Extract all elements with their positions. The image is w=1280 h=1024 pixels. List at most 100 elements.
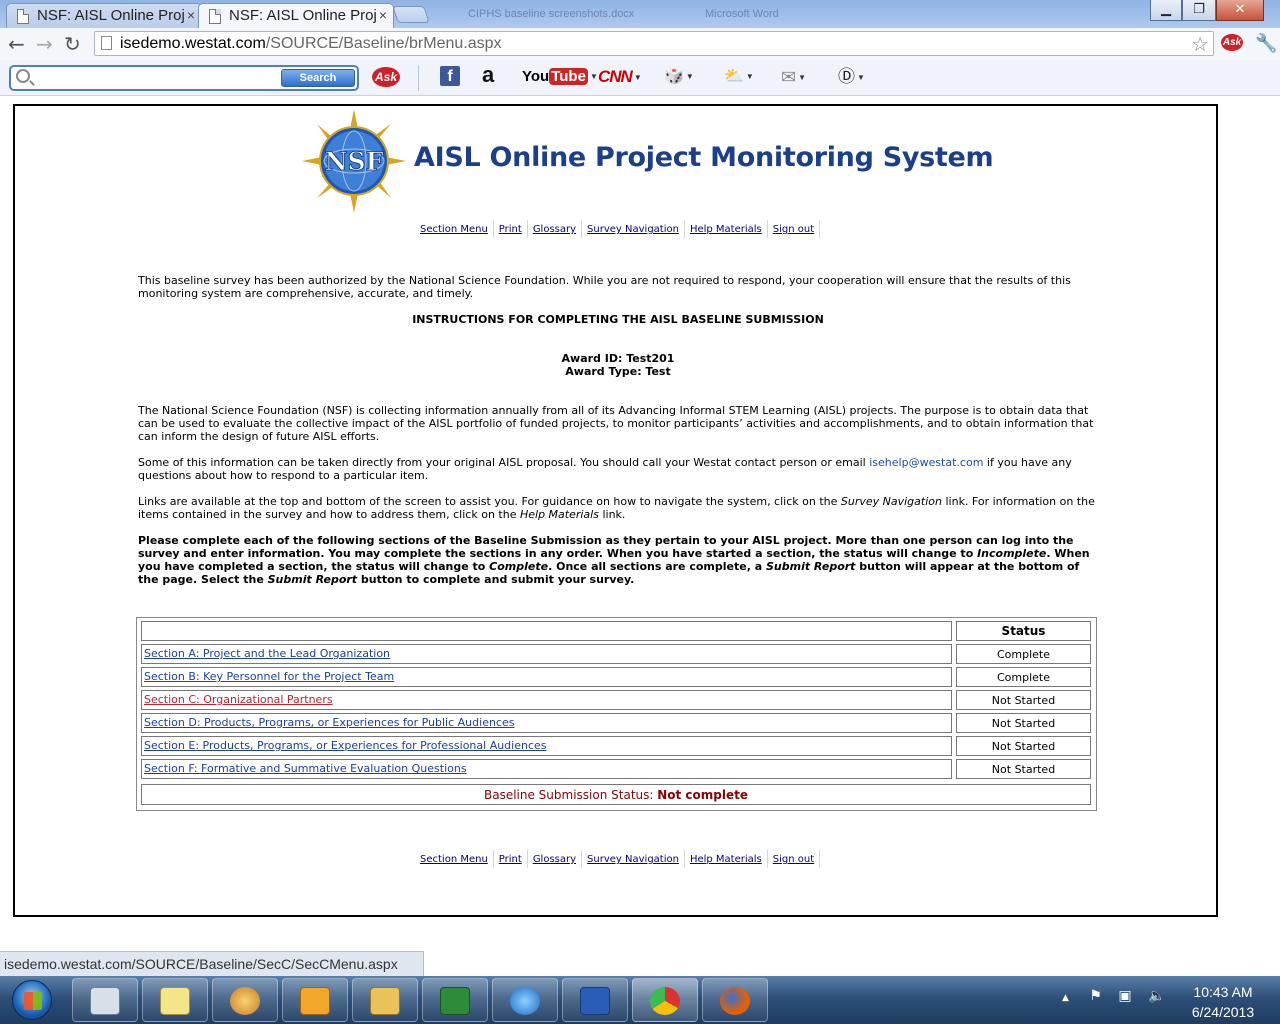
toolbar-search-input[interactable] [39, 69, 279, 87]
section-f-link[interactable]: Section F: Formative and Summative Evalu… [144, 762, 467, 775]
section-e-link[interactable]: Section E: Products, Programs, or Experi… [144, 739, 547, 752]
weather-icon[interactable]: ⛅ ▼ [724, 66, 754, 88]
close-icon[interactable]: × [187, 7, 195, 23]
reload-icon[interactable]: ↻ [64, 32, 81, 56]
clock-date: 6/24/2013 [1191, 1004, 1255, 1020]
forward-arrow-icon[interactable]: → [36, 32, 53, 56]
wrench-icon[interactable]: 🔧 [1255, 33, 1277, 54]
section-menu-link[interactable]: Section Menu [417, 224, 491, 235]
status-cell: Not Started [956, 736, 1091, 756]
ask-icon[interactable]: Ask [372, 67, 400, 87]
survey-navigation-link[interactable]: Survey Navigation [584, 224, 682, 235]
word-icon[interactable] [562, 978, 628, 1022]
submission-status: Baseline Submission Status: Not complete [141, 784, 1091, 805]
tab-2[interactable]: NSF: AISL Online Proj × [198, 3, 394, 28]
page-icon [209, 9, 221, 24]
sticky-notes-icon[interactable] [142, 978, 208, 1022]
games-icon[interactable]: 🎲 ▼ [664, 66, 694, 88]
status-cell: Not Started [956, 690, 1091, 710]
link-separator [581, 850, 583, 868]
paint-icon[interactable] [212, 978, 278, 1022]
network-icon[interactable]: ▣ [1118, 988, 1131, 1004]
chrome-icon[interactable] [632, 978, 698, 1022]
toolbar-separator [418, 65, 419, 91]
search-button[interactable]: Search [281, 69, 355, 87]
award-id: Award ID: Test201 [561, 352, 675, 365]
url-text[interactable]: isedemo.westat.com/SOURCE/Baseline/brMen… [120, 35, 502, 53]
facebook-icon[interactable]: f [440, 66, 460, 86]
tab-1[interactable]: NSF: AISL Online Proj × [6, 3, 202, 28]
section-status-table: Status Section A: Project and the Lead O… [136, 617, 1097, 811]
help-materials-link[interactable]: Help Materials [687, 224, 765, 235]
link-separator [526, 850, 528, 868]
link-separator [492, 220, 494, 238]
dictionary-icon[interactable]: Ⓓ ▼ [838, 66, 865, 88]
top-link-bar: Section Menu Print Glossary Survey Navigati… [417, 220, 822, 240]
logo-text: NSF [325, 147, 384, 176]
header-status-cell: Status [956, 621, 1091, 641]
status-cell: Complete [956, 667, 1091, 687]
background-window-title: Microsoft Word [705, 8, 779, 20]
section-d-link[interactable]: Section D: Products, Programs, or Experi… [144, 716, 514, 729]
survey-navigation-link[interactable]: Survey Navigation [584, 854, 682, 865]
ie-icon[interactable] [492, 978, 558, 1022]
restore-button[interactable]: ❐ [1182, 0, 1216, 21]
link-separator [819, 220, 821, 238]
minimize-button[interactable]: ▁ [1150, 0, 1182, 21]
section-a-link[interactable]: Section A: Project and the Lead Organiza… [144, 647, 390, 660]
sign-out-link[interactable]: Sign out [770, 854, 817, 865]
completion-instructions: Please complete each of the following se… [138, 534, 1090, 586]
start-button[interactable] [12, 980, 52, 1020]
bookmark-star-icon[interactable]: ☆ [1191, 32, 1209, 56]
help-materials-link[interactable]: Help Materials [687, 854, 765, 865]
authorization-notice: This baseline survey has been authorized… [138, 274, 1071, 300]
tab-strip: NSF: AISL Online Proj × NSF: AISL Online… [0, 0, 1280, 28]
sign-out-link[interactable]: Sign out [770, 224, 817, 235]
outlook-icon[interactable] [282, 978, 348, 1022]
cnn-icon[interactable]: CNN ▼ [598, 66, 642, 88]
excel-icon[interactable] [422, 978, 488, 1022]
glossary-link[interactable]: Glossary [530, 854, 579, 865]
page-title: AISL Online Project Monitoring System [414, 142, 994, 173]
section-b-link[interactable]: Section B: Key Personnel for the Project… [144, 670, 394, 683]
volume-icon[interactable]: 🔈 [1148, 988, 1165, 1004]
new-tab-button[interactable] [392, 6, 430, 23]
glossary-link[interactable]: Glossary [530, 224, 579, 235]
link-separator [492, 850, 494, 868]
action-center-flag-icon[interactable]: ⚑ [1089, 988, 1102, 1004]
section-menu-link[interactable]: Section Menu [417, 854, 491, 865]
show-hidden-icons-icon[interactable]: ▲ [1062, 993, 1069, 1003]
print-link[interactable]: Print [496, 854, 525, 865]
header-section-cell [141, 621, 952, 641]
close-icon[interactable]: × [379, 7, 387, 23]
print-link[interactable]: Print [496, 224, 525, 235]
page-frame: NSF AISL Online Project Monitoring Syste… [13, 104, 1218, 917]
task-manager-icon[interactable] [72, 978, 138, 1022]
bottom-link-bar: Section Menu Print Glossary Survey Navigati… [417, 850, 822, 870]
firefox-icon[interactable] [702, 978, 768, 1022]
intro-paragraph: The National Science Foundation (NSF) is… [138, 404, 1094, 443]
mail-icon[interactable]: ✉ ▼ [781, 66, 806, 88]
link-separator [526, 220, 528, 238]
link-separator [683, 220, 685, 238]
taskbar-clock[interactable]: 10:43 AM 6/24/2013 [1180, 982, 1266, 1022]
status-cell: Not Started [956, 713, 1091, 733]
section-c-link[interactable]: Section C: Organizational Partners [144, 693, 333, 706]
window-close-button[interactable]: ✕ [1216, 0, 1264, 21]
youtube-icon[interactable]: You Tube ▼ [522, 66, 598, 88]
link-separator [766, 850, 768, 868]
back-arrow-icon[interactable]: ← [8, 32, 25, 56]
award-type: Award Type: Test [565, 365, 671, 378]
tab-title: NSF: AISL Online Proj [37, 7, 185, 24]
address-bar[interactable]: isedemo.westat.com/SOURCE/Baseline/brMen… [94, 31, 1214, 56]
instructions-heading: INSTRUCTIONS FOR COMPLETING THE AISL BAS… [412, 313, 824, 326]
link-separator [581, 220, 583, 238]
amazon-icon[interactable]: a [482, 64, 494, 88]
link-separator [766, 220, 768, 238]
email-link[interactable]: isehelp@westat.com [869, 456, 983, 469]
page-icon [101, 36, 112, 50]
explorer-icon[interactable] [352, 978, 418, 1022]
page-icon [17, 9, 29, 24]
toolbar-search: Search [9, 65, 359, 91]
ask-icon[interactable]: Ask [1221, 34, 1243, 51]
